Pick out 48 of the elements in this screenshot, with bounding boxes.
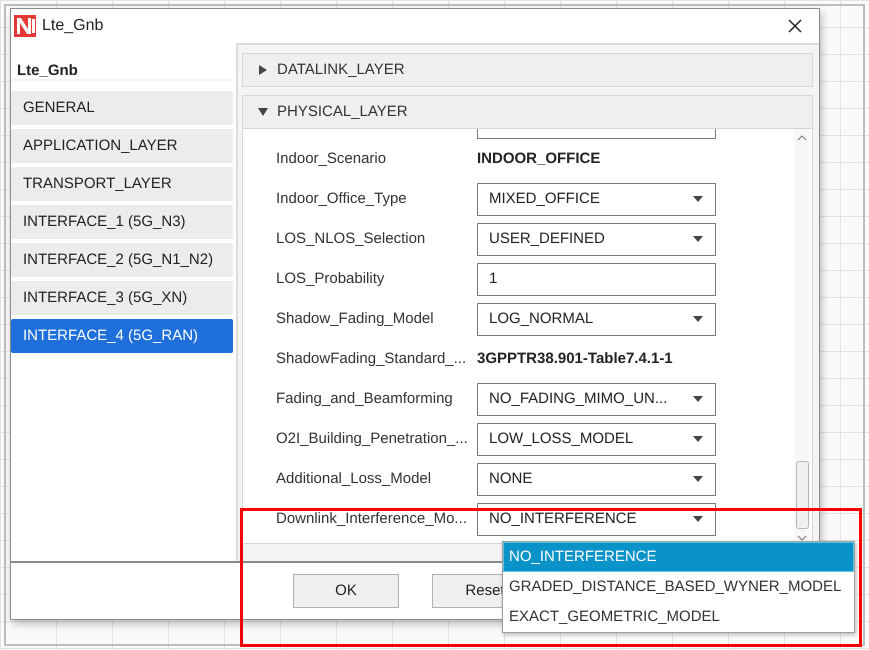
sidebar-item[interactable]: INTERFACE_1 (5G_N3) (11, 205, 233, 239)
triangle-right-icon (258, 65, 268, 75)
field-label: O2I_Building_Penetration_... (275, 428, 469, 449)
sidebar-item[interactable]: INTERFACE_3 (5G_XN) (11, 281, 233, 315)
app-logo-icon (14, 15, 36, 37)
scrollbar-thumb[interactable] (796, 461, 808, 529)
field-value: INDOOR_OFFICE (477, 148, 600, 169)
close-icon[interactable] (788, 19, 802, 33)
caret-icon (693, 476, 703, 482)
dropdown-field[interactable]: LOG_NORMAL (477, 302, 716, 336)
caret-icon (693, 236, 703, 242)
input-field[interactable] (477, 129, 716, 139)
chevron-up-icon[interactable] (797, 135, 807, 141)
caret-icon (693, 436, 703, 442)
section-header[interactable]: PHYSICAL_LAYER (242, 95, 813, 129)
chevron-down-icon[interactable] (797, 535, 807, 541)
field-label: ShadowFading_Standard_... (275, 348, 468, 369)
section-header[interactable]: DATALINK_LAYER (242, 53, 813, 87)
input-field[interactable]: 1 (477, 262, 716, 296)
caret-icon (693, 316, 703, 322)
dropdown-field[interactable]: NO_INTERFERENCE (477, 502, 716, 536)
triangle-down-icon (258, 107, 268, 117)
sidebar-item[interactable]: GENERAL (11, 91, 233, 125)
caret-icon (693, 196, 703, 202)
field-label: Indoor_Office_Type (275, 188, 408, 209)
sidebar-item[interactable]: INTERFACE_2 (5G_N1_N2) (11, 243, 233, 277)
field-label: LOS_Probability (275, 268, 386, 289)
dropdown-field[interactable]: NONE (477, 462, 716, 496)
dialog-button[interactable]: OK (293, 574, 399, 608)
sidebar-item[interactable]: INTERFACE_4 (5G_RAN) (11, 319, 233, 353)
field-label: Shadow_Fading_Model (275, 308, 435, 329)
field-label: Downlink_Interference_Mo... (275, 508, 468, 529)
sidebar-title: Lte_Gnb (11, 43, 233, 81)
caret-icon (693, 396, 703, 402)
field-value: 3GPPTR38.901-Table7.4.1-1 (477, 348, 673, 369)
dropdown-field[interactable]: NO_FADING_MIMO_UN... (477, 382, 716, 416)
field-label: Fading_and_Beamforming (275, 388, 454, 409)
field-label: Indoor_Scenario (275, 148, 388, 169)
field-label: Additional_Loss_Model (275, 468, 432, 489)
dropdown-field[interactable]: LOW_LOSS_MODEL (477, 422, 716, 456)
sidebar-item[interactable]: TRANSPORT_LAYER (11, 167, 233, 201)
dropdown-field[interactable]: USER_DEFINED (477, 222, 716, 256)
window-title: Lte_Gnb (42, 16, 104, 36)
field-label: LOS_NLOS_Selection (275, 228, 426, 249)
sidebar-item[interactable]: APPLICATION_LAYER (11, 129, 233, 163)
scrollbar[interactable] (794, 129, 810, 543)
caret-icon (693, 516, 703, 522)
dropdown-field[interactable]: MIXED_OFFICE (477, 182, 716, 216)
